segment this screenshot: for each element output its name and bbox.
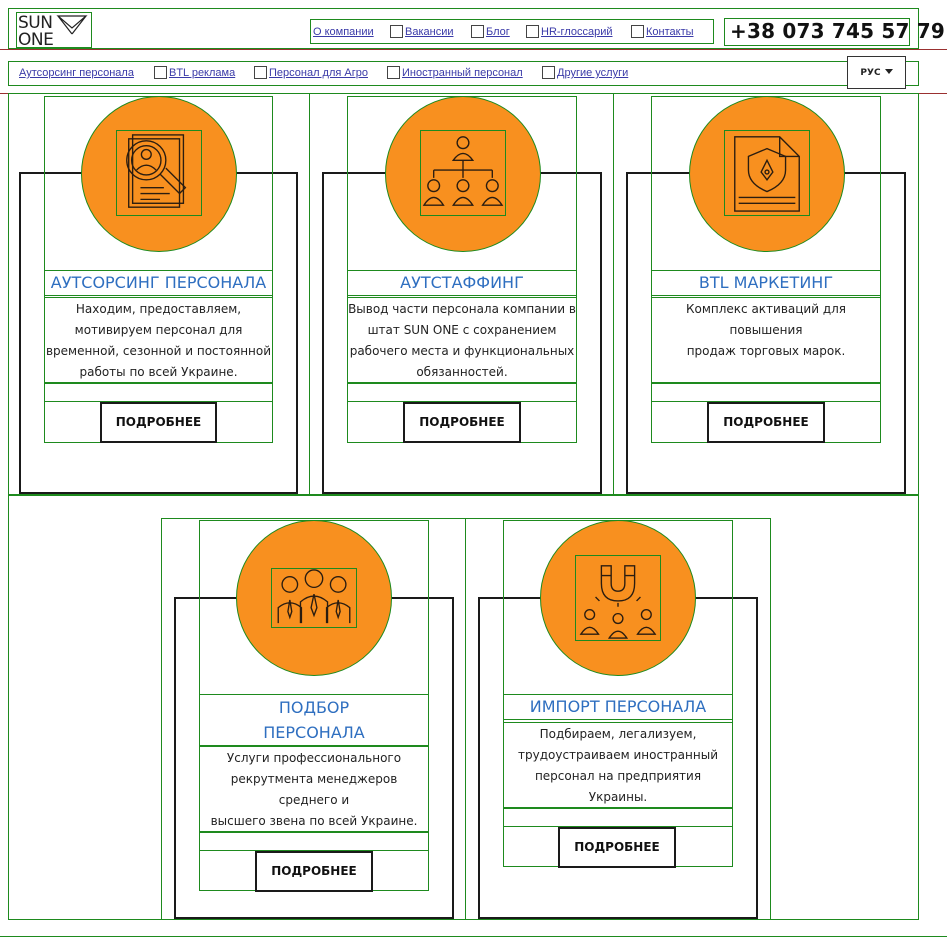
org-chart-icon — [420, 130, 506, 216]
description-line: трудоустраиваем иностранный — [518, 748, 718, 762]
more-button[interactable]: ПОДРОБНЕЕ — [403, 402, 521, 443]
nav-link-vacancies[interactable]: Вакансии — [405, 26, 454, 39]
description-line: Подбираем, легализуем, — [539, 727, 697, 741]
more-button[interactable]: ПОДРОБНЕЕ — [707, 402, 825, 443]
more-button[interactable]: ПОДРОБНЕЕ — [255, 851, 373, 892]
description-line: работы по всей Украине. — [79, 365, 238, 379]
service-card-description: Находим, предоставляем, мотивируем персо… — [44, 297, 273, 383]
magnet-people-icon — [575, 555, 661, 641]
title-line: ПЕРСОНАЛА — [263, 723, 365, 742]
card-spacer — [199, 832, 429, 851]
subnav-checkbox-btl[interactable] — [154, 66, 167, 79]
card-spacer — [347, 383, 577, 402]
logo-outline — [16, 12, 92, 48]
service-card-title: ПОДБОР ПЕРСОНАЛА — [199, 694, 429, 746]
subnav-checkbox-agro[interactable] — [254, 66, 267, 79]
document-pen-icon — [724, 130, 810, 216]
phone-number[interactable]: +38 073 745 57 79 — [730, 20, 945, 42]
team-icon — [271, 568, 357, 628]
description-line: рекрутмента менеджеров среднего и — [230, 772, 398, 807]
subnav-link-btl[interactable]: BTL реклама — [169, 67, 235, 80]
description-line: штат SUN ONE с сохранением — [367, 323, 557, 337]
chevron-down-icon — [884, 69, 893, 74]
language-select[interactable]: РУС — [847, 56, 906, 89]
description-line: Находим, предоставляем, — [75, 302, 242, 316]
nav-link-contacts[interactable]: Контакты — [646, 26, 694, 39]
description-line: Комплекс активаций для повышения — [685, 302, 847, 337]
subnav-checkbox-other[interactable] — [542, 66, 555, 79]
description-line: обязанностей. — [416, 365, 508, 379]
description-line: Вывод части персонала компании в — [348, 302, 576, 316]
service-card-title: АУТСОРСИНГ ПЕРСОНАЛА — [44, 270, 273, 296]
more-button[interactable]: ПОДРОБНЕЕ — [100, 402, 217, 443]
card-spacer — [503, 808, 733, 827]
nav-link-about[interactable]: О компании — [313, 26, 374, 39]
col-divider-2 — [613, 93, 614, 495]
description-line: высшего звена по всей Украине. — [210, 814, 418, 828]
description-line: персонал на предприятия Украины. — [534, 769, 702, 804]
service-card-description: Комплекс активаций для повышения продаж … — [651, 297, 881, 383]
language-label: РУС — [860, 68, 881, 78]
service-card-description: Услуги профессионального рекрутмента мен… — [199, 746, 429, 832]
header-top-rule — [8, 8, 158, 9]
service-card-description: Вывод части персонала компании в штат SU… — [347, 297, 577, 383]
nav-checkbox-blog[interactable] — [471, 25, 484, 38]
title-line: ПОДБОР — [278, 698, 350, 717]
card-spacer — [651, 383, 881, 402]
description-line: продаж торговых марок. — [686, 344, 846, 358]
card-spacer — [44, 383, 273, 402]
description-line: Услуги профессионального — [226, 751, 402, 765]
subnav-link-outsourcing[interactable]: Аутсорсинг персонала — [19, 67, 134, 80]
service-card-title: ИМПОРТ ПЕРСОНАЛА — [503, 694, 733, 720]
footer-rule — [0, 936, 947, 937]
subnav-link-foreign[interactable]: Иностранный персонал — [402, 67, 523, 80]
more-button[interactable]: ПОДРОБНЕЕ — [558, 827, 676, 868]
subnav-link-other[interactable]: Другие услуги — [557, 67, 628, 80]
col-divider-3 — [465, 518, 466, 920]
subnav-link-agro[interactable]: Персонал для Агро — [269, 67, 368, 80]
service-card-description: Подбираем, легализуем, трудоустраиваем и… — [503, 722, 733, 808]
service-card-title: BTL МАРКЕТИНГ — [651, 270, 881, 296]
description-line: рабочего места и функциональных — [349, 344, 575, 358]
nav-checkbox-glossary[interactable] — [526, 25, 539, 38]
description-line: временной, сезонной и постоянной — [45, 344, 272, 358]
nav-link-glossary[interactable]: HR-глоссарий — [541, 26, 613, 39]
col-divider-1 — [309, 93, 310, 495]
service-card-title: АУТСТАФФИНГ — [347, 270, 577, 296]
subnav-checkbox-foreign[interactable] — [387, 66, 400, 79]
nav-link-blog[interactable]: Блог — [486, 26, 510, 39]
nav-checkbox-contacts[interactable] — [631, 25, 644, 38]
header-divider — [0, 49, 947, 50]
nav-checkbox-vacancies[interactable] — [390, 25, 403, 38]
magnifier-resume-icon — [116, 130, 202, 216]
description-line: мотивируем персонал для — [74, 323, 243, 337]
